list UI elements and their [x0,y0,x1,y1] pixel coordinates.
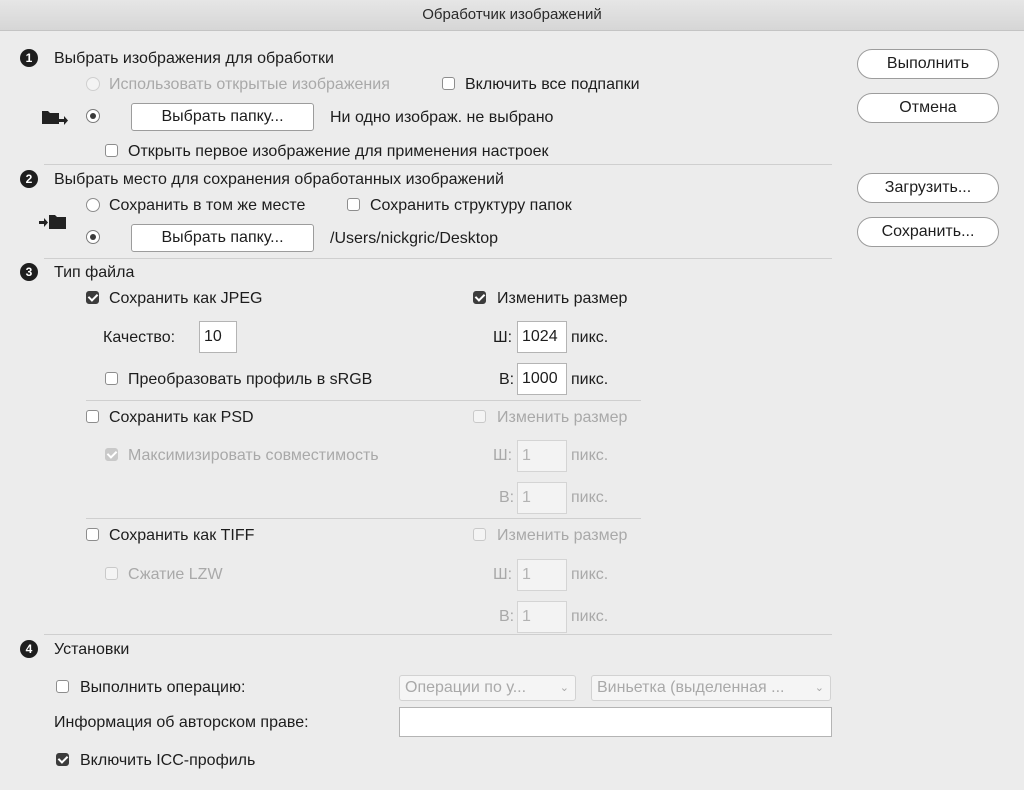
keep-folder-structure-label: Сохранить структуру папок [370,197,572,214]
jpeg-width-unit: пикс. [571,329,609,346]
psd-resize-label: Изменить размер [497,409,628,426]
tiff-height-unit: пикс. [571,608,609,625]
choose-dest-folder-button[interactable]: Выбрать папку... [131,224,314,252]
save-same-place-label: Сохранить в том же месте [109,197,306,214]
psd-height-input[interactable]: 1 [517,482,567,514]
jpeg-height-unit: пикс. [571,371,609,388]
chevron-down-icon: ⌄ [814,682,824,694]
load-button[interactable]: Загрузить... [857,173,999,203]
psd-height-label: В: [499,489,515,506]
choose-source-folder-radio[interactable] [86,109,100,123]
open-first-image-label: Открыть первое изображение для применени… [128,143,549,160]
divider [86,518,641,519]
choose-dest-folder-radio[interactable] [86,230,100,244]
keep-folder-structure-checkbox[interactable] [347,198,360,211]
jpeg-quality-input[interactable]: 10 [199,321,237,353]
save-as-jpeg-checkbox[interactable] [86,291,99,304]
dest-folder-path: /Users/nickgric/Desktop [330,230,499,247]
action-name-select[interactable]: Виньетка (выделенная ... ⌄ [591,675,831,701]
jpeg-resize-label: Изменить размер [497,290,628,307]
step-4-badge: 4 [20,640,38,658]
source-folder-status: Ни одно изображ. не выбрано [330,109,554,126]
maximize-compat-label: Максимизировать совместимость [128,447,379,464]
section4-title: Установки [54,641,130,658]
psd-width-unit: пикс. [571,447,609,464]
image-processor-dialog: Обработчик изображений 1 Выбрать изображ… [0,0,1024,790]
save-as-psd-checkbox[interactable] [86,410,99,423]
copyright-input[interactable] [399,707,832,737]
step-2-badge: 2 [20,170,38,188]
jpeg-height-label: В: [499,371,515,388]
folder-arrow-out-icon [39,215,66,229]
include-icc-label: Включить ICC-профиль [80,752,256,769]
jpeg-width-input[interactable]: 1024 [517,321,567,353]
use-open-images-radio[interactable] [86,77,100,91]
psd-resize-checkbox[interactable] [473,410,486,423]
step-1-badge: 1 [20,49,38,67]
divider [86,400,641,401]
include-subfolders-label: Включить все подпапки [465,76,640,93]
include-subfolders-checkbox[interactable] [442,77,455,90]
save-as-tiff-checkbox[interactable] [86,528,99,541]
folder-arrow-in-icon [42,111,68,125]
save-as-jpeg-label: Сохранить как JPEG [109,290,263,307]
save-same-place-radio[interactable] [86,198,100,212]
divider [44,164,832,165]
run-button[interactable]: Выполнить [857,49,999,79]
tiff-height-label: В: [499,608,515,625]
open-first-image-checkbox[interactable] [105,144,118,157]
convert-srgb-checkbox[interactable] [105,372,118,385]
chevron-down-icon: ⌄ [559,682,569,694]
tiff-height-input[interactable]: 1 [517,601,567,633]
lzw-checkbox[interactable] [105,567,118,580]
cancel-button[interactable]: Отмена [857,93,999,123]
section1-title: Выбрать изображения для обработки [54,50,334,67]
jpeg-resize-checkbox[interactable] [473,291,486,304]
section2-title: Выбрать место для сохранения обработанны… [54,171,504,188]
action-set-value: Операции по у... [405,679,527,696]
maximize-compat-checkbox[interactable] [105,448,118,461]
tiff-resize-checkbox[interactable] [473,528,486,541]
use-open-images-label: Использовать открытые изображения [109,76,390,93]
save-as-psd-label: Сохранить как PSD [109,409,254,426]
step-3-badge: 3 [20,263,38,281]
convert-srgb-label: Преобразовать профиль в sRGB [128,371,373,388]
window-title: Обработчик изображений [0,0,1024,31]
action-name-value: Виньетка (выделенная ... [597,679,785,696]
tiff-width-label: Ш: [493,566,513,583]
copyright-label: Информация об авторском праве: [54,714,309,731]
run-action-label: Выполнить операцию: [80,679,246,696]
psd-height-unit: пикс. [571,489,609,506]
jpeg-height-input[interactable]: 1000 [517,363,567,395]
divider [44,258,832,259]
tiff-resize-label: Изменить размер [497,527,628,544]
action-set-select[interactable]: Операции по у... ⌄ [399,675,576,701]
lzw-label: Сжатие LZW [128,566,223,583]
tiff-width-unit: пикс. [571,566,609,583]
include-icc-checkbox[interactable] [56,753,69,766]
psd-width-label: Ш: [493,447,513,464]
choose-source-folder-button[interactable]: Выбрать папку... [131,103,314,131]
run-action-checkbox[interactable] [56,680,69,693]
jpeg-width-label: Ш: [493,329,513,346]
jpeg-quality-label: Качество: [103,329,176,346]
section3-title: Тип файла [54,264,135,281]
tiff-width-input[interactable]: 1 [517,559,567,591]
save-settings-button[interactable]: Сохранить... [857,217,999,247]
psd-width-input[interactable]: 1 [517,440,567,472]
save-as-tiff-label: Сохранить как TIFF [109,527,255,544]
divider [44,634,832,635]
